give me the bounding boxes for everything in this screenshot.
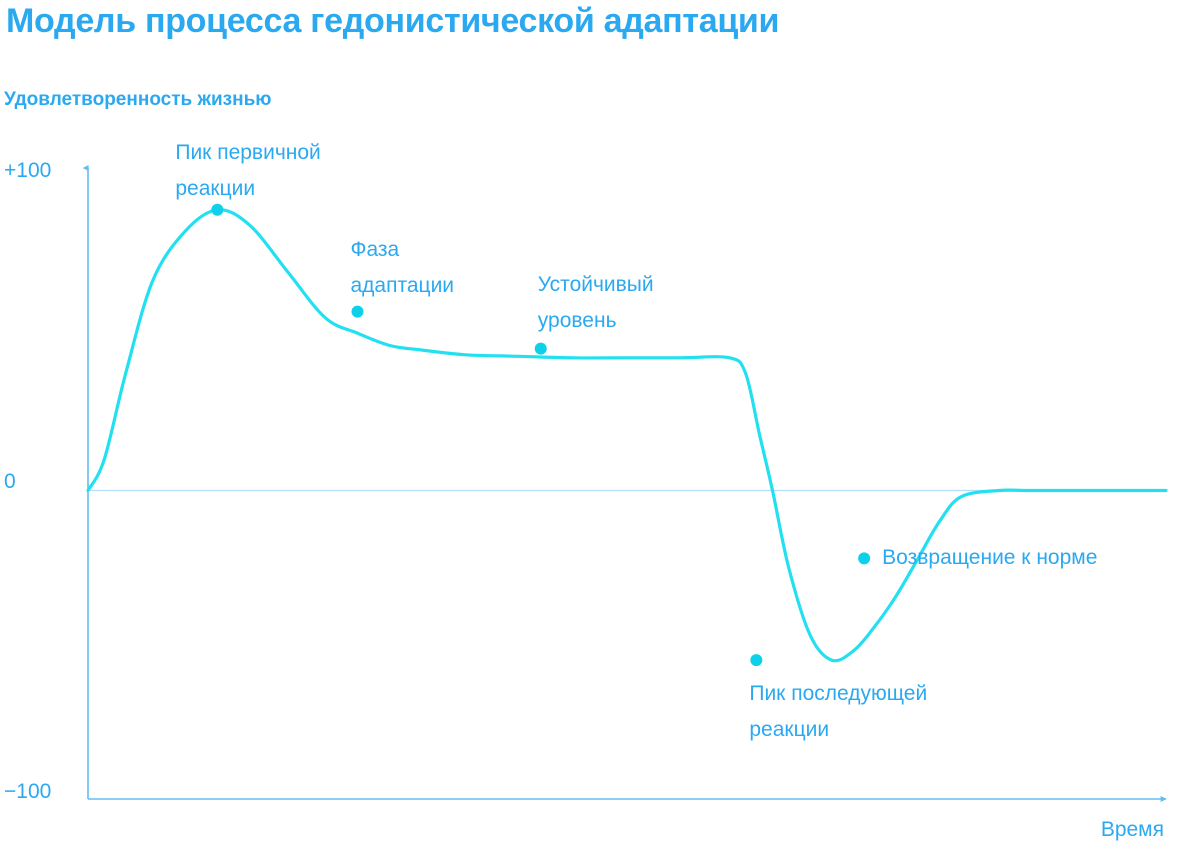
point-annotation: Фаза адаптации: [351, 232, 455, 304]
annotation-line: Возвращение к норме: [882, 546, 1098, 570]
annotation-line: Фаза: [350, 237, 400, 261]
annotation-line: адаптации: [350, 273, 455, 297]
data-point-marker: [750, 654, 763, 667]
annotation-line: Пик последующей: [749, 682, 928, 706]
line-chart: [82, 165, 1168, 802]
annotation-line: Устойчивый: [537, 272, 654, 296]
annotation-line: реакции: [749, 718, 830, 742]
data-point-marker: [351, 305, 364, 318]
annotation-line: реакции: [175, 176, 256, 200]
point-annotation: Пик последующей реакции: [749, 676, 927, 748]
annotation-line: Пик первичной: [175, 140, 321, 164]
point-annotation: Возвращение к норме: [882, 540, 1097, 576]
point-annotation: Устойчивый уровень: [538, 267, 654, 339]
data-point-marker: [534, 342, 547, 355]
data-point-marker: [858, 552, 871, 565]
annotation-line: уровень: [537, 308, 617, 332]
point-annotation: Пик первичной реакции: [175, 135, 320, 207]
